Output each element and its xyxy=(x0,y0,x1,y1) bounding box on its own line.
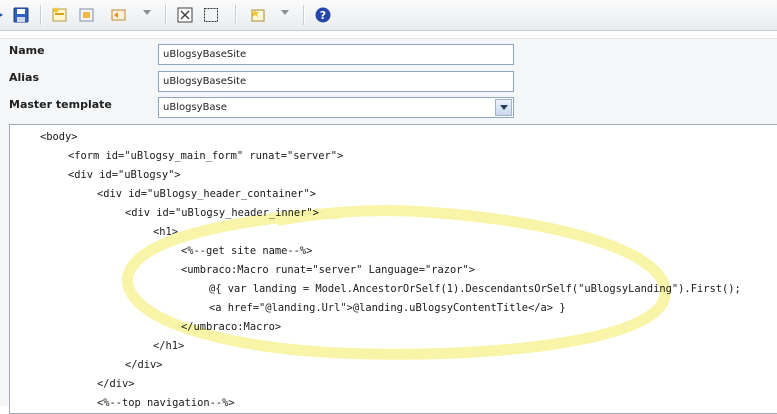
code-line: <div id="uBlogsy_header_inner"> xyxy=(125,207,319,219)
toolbar: ? xyxy=(0,0,777,31)
code-line: <%--top navigation--%> xyxy=(97,397,235,409)
toolbar-separator xyxy=(303,5,304,25)
code-line: <form id="uBlogsy_main_form" runat="serv… xyxy=(68,150,344,162)
insert-content-area-button[interactable] xyxy=(176,6,194,24)
insert-macro-icon xyxy=(111,9,126,21)
help-button[interactable]: ? xyxy=(314,6,332,24)
insert-master-content-icon xyxy=(251,9,265,22)
alias-input[interactable]: uBlogsyBaseSite xyxy=(158,71,514,92)
code-line: <a href="@landing.Url">@landing.uBlogsyC… xyxy=(209,302,566,314)
name-input[interactable]: uBlogsyBaseSite xyxy=(158,44,514,65)
code-editor[interactable]: <body> <form id="uBlogsy_main_form" runa… xyxy=(9,124,777,414)
insert-macro-button[interactable] xyxy=(110,6,128,24)
insert-field-button[interactable] xyxy=(51,6,69,24)
code-line: </div> xyxy=(97,378,135,390)
code-line: <h1> xyxy=(153,226,179,238)
code-line: <div id="uBlogsy"> xyxy=(68,169,181,181)
help-icon: ? xyxy=(315,7,331,23)
alias-label: Alias xyxy=(9,71,40,84)
code-line: </div> xyxy=(125,359,163,371)
svg-text:?: ? xyxy=(320,9,326,22)
master-template-select[interactable]: uBlogsyBase xyxy=(158,97,514,118)
code-line: </h1> xyxy=(153,340,185,352)
insert-content-area-icon xyxy=(177,7,193,23)
master-template-value: uBlogsyBase xyxy=(163,102,227,113)
toolbar-separator xyxy=(165,5,166,25)
insert-inline-razor-icon xyxy=(79,8,94,22)
code-line: <umbraco:Macro runat="server" Language="… xyxy=(181,264,476,276)
insert-field-icon xyxy=(52,7,67,22)
save-button[interactable] xyxy=(12,6,30,24)
master-template-label: Master template xyxy=(9,98,112,111)
code-line: <div id="uBlogsy_header_container"> xyxy=(97,188,316,200)
macro-dropdown-arrow[interactable] xyxy=(143,10,151,15)
toolbar-separator xyxy=(235,5,236,25)
toolbar-separator xyxy=(40,5,41,25)
insert-placeholder-button[interactable] xyxy=(202,6,220,24)
insert-master-content-button[interactable] xyxy=(249,6,267,24)
master-content-dropdown-arrow[interactable] xyxy=(281,10,289,15)
code-line: @{ var landing = Model.AncestorOrSelf(1)… xyxy=(209,283,741,295)
insert-placeholder-icon xyxy=(204,8,218,22)
name-label: Name xyxy=(9,44,45,57)
code-line: <%--get site name--%> xyxy=(181,245,313,257)
code-line: <body> xyxy=(40,131,78,143)
insert-inline-razor-button[interactable] xyxy=(78,6,96,24)
save-icon xyxy=(13,7,29,23)
chevron-down-icon[interactable] xyxy=(495,99,512,116)
code-line: </umbraco:Macro> xyxy=(181,321,282,333)
